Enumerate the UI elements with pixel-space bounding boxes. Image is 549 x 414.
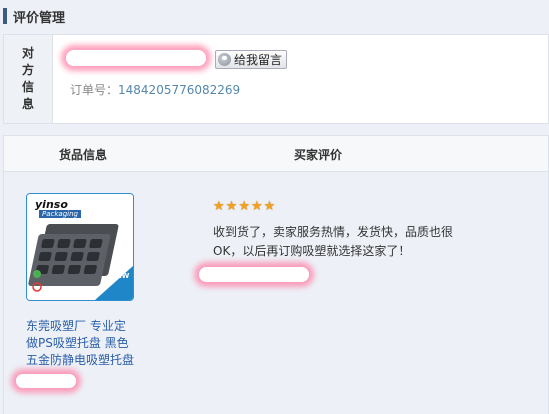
product-title-line: 五金防静电吸塑托盘 <box>26 353 135 367</box>
star-icon: ★ <box>238 199 250 214</box>
section-title: 评价管理 <box>13 10 66 26</box>
product-title-line: 东莞吸塑厂 专业定 <box>26 319 126 333</box>
evaluation-box: 货品信息 买家评价 yinso Packaging NEW 东莞吸塑厂 专业定 … <box>3 135 549 414</box>
buyer-review-text: 收到货了，卖家服务热情，发货快，品质也很 OK，以后再订购吸塑就选择这家了！ <box>213 223 481 261</box>
product-title-line: 做PS吸塑托盘 黑色 <box>26 336 129 350</box>
review-line: OK，以后再订购吸塑就选择这家了！ <box>213 244 411 258</box>
review-line: 收到货了，卖家服务热情，发货快，品质也很 <box>213 225 454 239</box>
evaluation-header: 货品信息 买家评价 <box>4 136 548 172</box>
product-image[interactable]: yinso Packaging NEW <box>26 193 134 301</box>
new-badge: NEW <box>111 272 130 280</box>
star-icon: ★ <box>263 199 276 214</box>
message-icon <box>218 53 231 66</box>
buyer-review-column-header: 买家评价 <box>294 148 343 162</box>
redacted-review-meta <box>199 267 309 282</box>
counterparty-label-cell: 对 方 信 息 <box>4 35 53 123</box>
section-header: 评价管理 <box>3 7 66 26</box>
counterparty-label-char: 信 <box>21 80 34 94</box>
order-number-label: 订单号： <box>70 83 119 97</box>
star-icon: ★ <box>225 199 238 214</box>
order-number-value[interactable]: 1484205776082269 <box>118 83 240 97</box>
counterparty-label-char: 对 <box>21 46 34 60</box>
leave-message-button[interactable]: 给我留言 <box>215 50 288 69</box>
redacted-product-info <box>16 374 76 388</box>
star-rating: ★ ★ ★ ★ ★ <box>213 200 275 213</box>
product-brand-subtitle: Packaging <box>39 210 81 218</box>
goods-info-column-header: 货品信息 <box>59 148 108 162</box>
counterparty-label-char: 方 <box>21 63 34 77</box>
counterparty-label: 对 方 信 息 <box>21 45 35 113</box>
leave-message-label: 给我留言 <box>234 53 283 67</box>
star-icon: ★ <box>250 199 263 214</box>
counterparty-info-box: 对 方 信 息 给我留言 订单号：1484205776082269 <box>3 34 549 124</box>
product-title-link[interactable]: 东莞吸塑厂 专业定 做PS吸塑托盘 黑色 五金防静电吸塑托盘 <box>26 318 151 369</box>
order-number-line: 订单号：1484205776082269 <box>70 81 240 98</box>
star-icon: ★ <box>213 199 225 214</box>
counterparty-label-char: 息 <box>21 97 34 111</box>
redacted-seller-name <box>66 50 206 66</box>
section-accent-bar <box>3 8 7 24</box>
